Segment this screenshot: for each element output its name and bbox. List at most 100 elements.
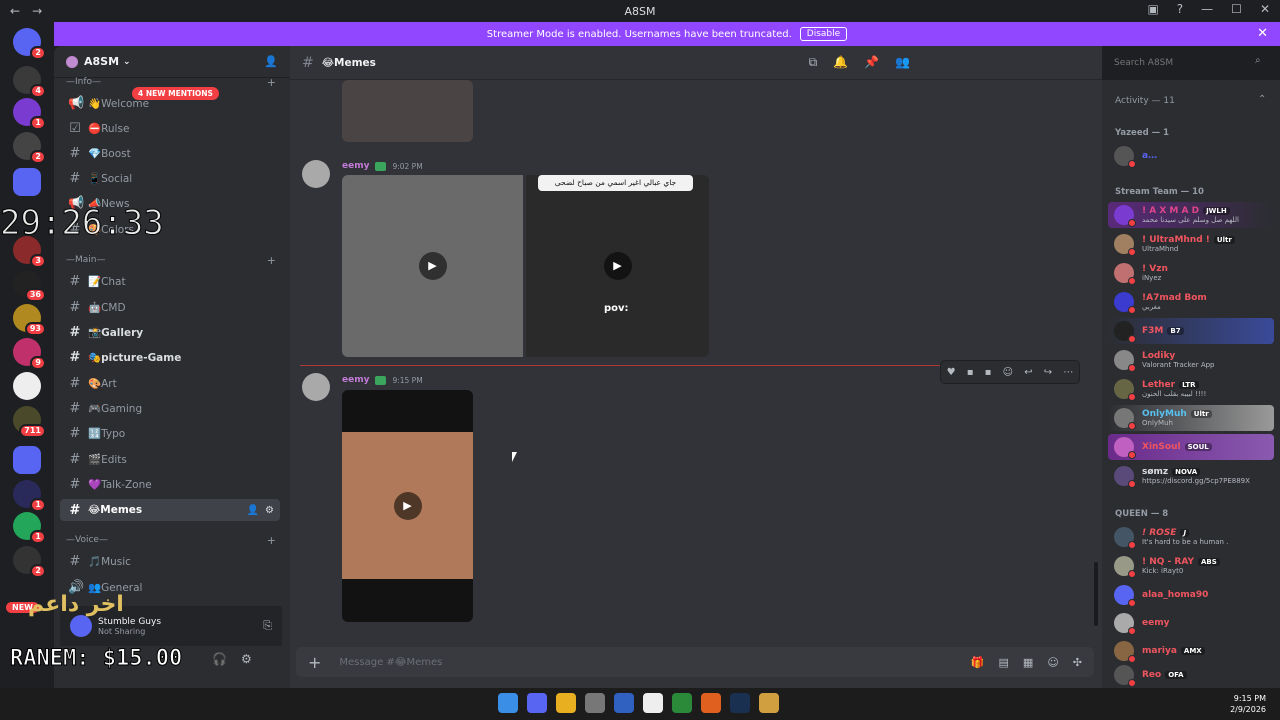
avatar[interactable]	[70, 615, 92, 637]
chevron-up-icon[interactable]: ⌃	[1258, 94, 1266, 105]
member-item[interactable]: sømz NOVA https://discord.gg/5cp7PE889X	[1108, 463, 1274, 489]
server-icon[interactable]: 36	[13, 270, 46, 302]
sticker-reaction-icon[interactable]: ▪	[967, 367, 974, 378]
add-attachment-icon[interactable]: +	[308, 653, 321, 672]
guild-header[interactable]: A8SM ⌄ 👤	[54, 46, 290, 78]
close-icon[interactable]: ✕	[1257, 26, 1268, 41]
server-icon[interactable]: 1	[13, 98, 46, 130]
sticker-icon[interactable]: ▦	[1023, 656, 1033, 669]
system-clock[interactable]: 9:15 PM 2/9/2026	[1230, 693, 1266, 715]
server-icon[interactable]	[13, 372, 41, 400]
app-icon[interactable]	[614, 693, 634, 713]
server-icon[interactable]: 1	[13, 512, 46, 544]
maximize-button[interactable]: ☐	[1231, 2, 1242, 16]
add-channel-icon[interactable]: +	[267, 76, 276, 89]
forward-arrow-icon[interactable]: →	[32, 4, 42, 18]
capcut-icon[interactable]	[643, 693, 663, 713]
chat-scrollbar[interactable]	[1094, 562, 1098, 626]
back-arrow-icon[interactable]: ←	[10, 4, 20, 18]
invite-icon[interactable]: 👤	[264, 55, 278, 68]
disable-button[interactable]: Disable	[799, 27, 848, 41]
search-input[interactable]	[1108, 53, 1270, 73]
threads-icon[interactable]: ⧉	[809, 55, 818, 70]
channel-gallery[interactable]: # 📸Gallery	[60, 321, 280, 343]
member-item[interactable]: eemy	[1108, 610, 1274, 636]
heart-reaction-icon[interactable]: ♥	[947, 367, 956, 378]
screen-share-icon[interactable]: ⎘	[263, 619, 272, 633]
member-item[interactable]: ! A X M A D JWLH اللهم صل وسلم على سيدنا م…	[1108, 202, 1274, 228]
play-icon[interactable]: ▶	[418, 252, 447, 280]
minimize-button[interactable]: —	[1201, 2, 1213, 16]
server-icon[interactable]: 2	[13, 546, 46, 578]
message-author[interactable]: eemy	[342, 161, 369, 171]
server-icon[interactable]: 93	[13, 304, 46, 336]
forward-icon[interactable]: ↪	[1044, 367, 1052, 378]
channel-social[interactable]: # 📱Social	[60, 167, 280, 189]
channel-welcome[interactable]: 📢 👋Welcome	[60, 92, 280, 114]
channel-memes[interactable]: # 😂Memes 👤 ⚙	[60, 499, 280, 521]
server-icon[interactable]: 1	[13, 480, 46, 512]
sticker-reaction-icon[interactable]: ▪	[985, 367, 992, 378]
app-icon[interactable]	[585, 693, 605, 713]
member-item[interactable]: ! Vzn iNyez	[1108, 260, 1274, 286]
member-item[interactable]: OnlyMuh Ultr OnlyMuh	[1108, 405, 1274, 431]
member-item[interactable]: ! ROSE J It's hard to be a human .	[1108, 524, 1274, 550]
channel-gaming[interactable]: # 🎮Gaming	[60, 397, 280, 419]
discord-home-icon[interactable]: 2	[13, 28, 46, 60]
server-icon[interactable]: 4	[13, 66, 46, 98]
member-item[interactable]: Lodiky Valorant Tracker App	[1108, 347, 1274, 373]
channel-rulse[interactable]: ☑ ⛔Rulse	[60, 117, 280, 139]
app-icon[interactable]	[759, 693, 779, 713]
category-info[interactable]: —Info—	[66, 77, 101, 87]
avatar[interactable]	[302, 373, 330, 401]
play-icon[interactable]: ▶	[603, 252, 632, 280]
pin-icon[interactable]: 📌	[864, 55, 879, 70]
channel-picture-game[interactable]: # 🎭picture-Game	[60, 346, 280, 368]
message-author[interactable]: eemy	[342, 375, 369, 385]
channel-music[interactable]: # 🎵Music	[60, 550, 280, 572]
category-voice[interactable]: —Voice—	[66, 535, 108, 545]
member-item[interactable]: ! NQ - RAY ABS Kick: iRayt0	[1108, 553, 1274, 579]
more-icon[interactable]: ⋯	[1063, 367, 1073, 378]
channel-boost[interactable]: # 💎Boost	[60, 142, 280, 164]
video-attachment[interactable]: جاي عبالي اغير اسمي من صباح لضحى ▶ pov:	[526, 175, 709, 357]
server-folder-icon[interactable]	[13, 168, 41, 196]
media-attachment[interactable]	[342, 80, 473, 142]
emoji-icon[interactable]: ☺	[1047, 656, 1058, 669]
gift-icon[interactable]: 🎁	[971, 656, 985, 669]
member-item[interactable]: alaa_homa90	[1108, 582, 1274, 608]
reply-icon[interactable]: ↩	[1024, 367, 1032, 378]
channel-chat[interactable]: # 📝Chat	[60, 270, 280, 292]
firefox-icon[interactable]	[701, 693, 721, 713]
member-item[interactable]: F3M B7	[1108, 318, 1274, 344]
member-item[interactable]: XinSoul SOUL	[1108, 434, 1274, 460]
server-folder-icon[interactable]	[13, 446, 41, 474]
invite-icon[interactable]: 👤	[247, 505, 259, 516]
xbox-icon[interactable]	[672, 693, 692, 713]
headset-icon[interactable]: 🎧	[212, 652, 227, 666]
chrome-icon[interactable]	[556, 693, 576, 713]
member-item[interactable]: a…	[1108, 143, 1274, 169]
inbox-icon[interactable]: ▣	[1147, 2, 1158, 16]
windows-start-icon[interactable]	[498, 693, 518, 713]
member-item[interactable]: Lether LTR لبيبه بقلب الحنون !!!!	[1108, 376, 1274, 402]
apps-icon[interactable]: ✣	[1073, 656, 1082, 669]
video-attachment[interactable]: ▶	[342, 175, 523, 357]
add-channel-icon[interactable]: +	[267, 254, 276, 267]
members-icon[interactable]: 👥	[895, 55, 910, 70]
close-window-button[interactable]: ✕	[1260, 2, 1270, 16]
add-channel-icon[interactable]: +	[267, 534, 276, 547]
help-icon[interactable]: ?	[1177, 2, 1183, 16]
avatar[interactable]	[302, 160, 330, 188]
channel-cmd[interactable]: # 🤖CMD	[60, 296, 280, 318]
video-attachment[interactable]: ▶	[342, 390, 473, 622]
server-icon[interactable]: 2	[13, 132, 46, 164]
channel-edits[interactable]: # 🎬Edits	[60, 448, 280, 470]
discord-taskbar-icon[interactable]	[527, 693, 547, 713]
channel-talk-zone[interactable]: # 💜Talk-Zone	[60, 473, 280, 495]
channel-art[interactable]: # 🎨Art	[60, 372, 280, 394]
member-item[interactable]: !A7mad Bom مغربي	[1108, 289, 1274, 315]
emoji-icon[interactable]: ☺	[1003, 367, 1013, 378]
server-icon[interactable]: 711	[13, 406, 46, 438]
play-icon[interactable]: ▶	[393, 492, 422, 520]
